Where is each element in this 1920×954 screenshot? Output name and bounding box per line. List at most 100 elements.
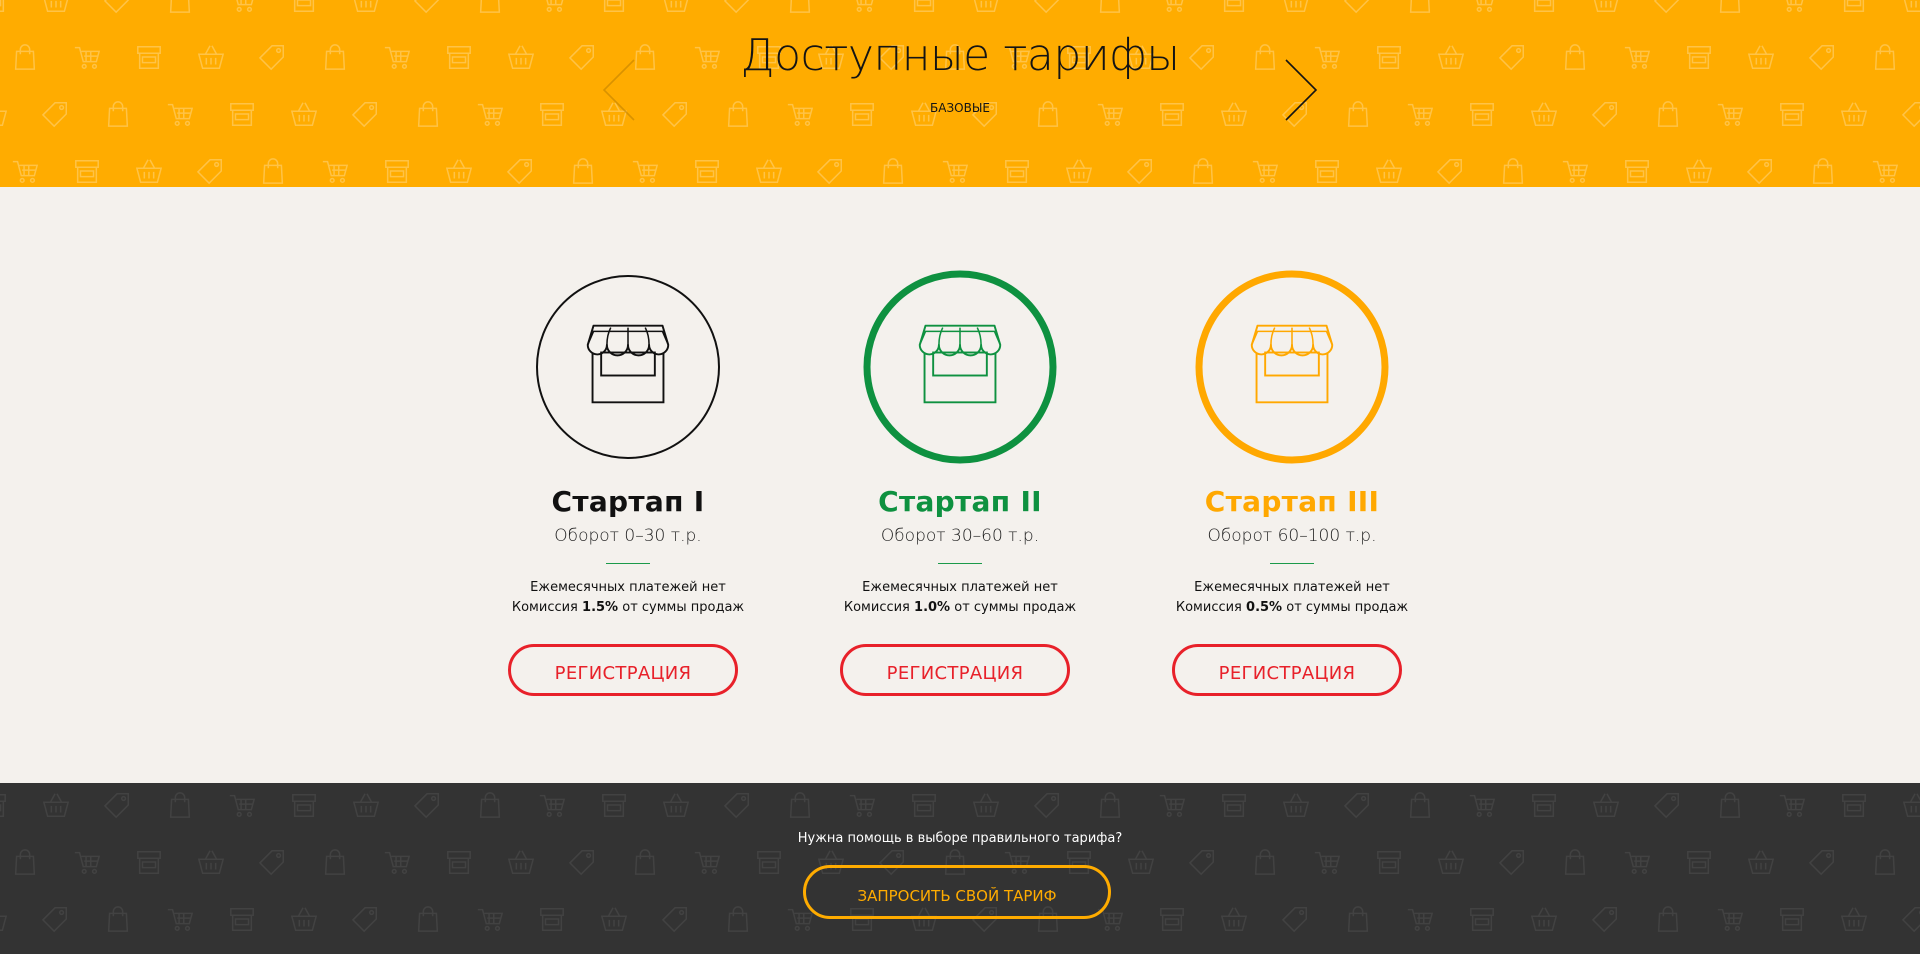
tag-icon [104,0,130,13]
plan-divider [606,563,650,564]
basket-icon [43,793,69,817]
tag-icon [1499,850,1525,875]
help-text: Нужна помощь в выборе правильного тарифа… [797,831,1123,846]
store-icon [292,0,316,12]
shopping-pattern-background [0,0,1920,184]
cart-icon [1779,0,1805,12]
tag-icon [662,907,688,932]
plan-turnover: Оборот 0–30 т.р. [554,526,702,546]
cart-icon [322,160,348,183]
basket-icon [136,159,162,183]
plan-monthly-fee: Ежемесячных платежей нет [862,580,1058,595]
store-icon [757,850,781,874]
bag-icon [1502,158,1524,184]
basket-icon [663,793,689,817]
cart-icon [694,851,720,874]
tag-icon [1344,793,1370,818]
bag-icon [417,906,439,932]
tag-icon [414,793,440,818]
tag-icon [1809,850,1835,875]
cart-icon [1717,908,1743,931]
store-icon [1625,159,1649,183]
basket-icon [756,159,782,183]
bag-icon [479,792,501,818]
plans-section: Стартап I Оборот 0–30 т.р. Ежемесячных п… [0,187,1920,783]
bag-icon [1657,906,1679,932]
bag-icon [1564,849,1586,875]
cart-icon [167,908,193,931]
request-tariff-button[interactable]: ЗАПРОСИТЬ СВОЙ ТАРИФ [803,865,1111,919]
plan-name: Стартап II [878,485,1042,518]
basket-icon [973,0,999,12]
cart-icon [229,0,255,12]
plan-commission: Комиссия 0.5% от суммы продаж [1142,600,1442,615]
tariff-category-label: БАЗОВЫЕ [930,101,990,115]
bag-icon [1812,158,1834,184]
plan-badge [863,270,1057,464]
basket-icon [1531,907,1557,931]
bag-icon [169,792,191,818]
bag-icon [324,849,346,875]
commission-value: 1.5% [582,600,619,615]
cart-icon [632,160,658,183]
register-button[interactable]: РЕГИСТРАЦИЯ [1172,644,1402,696]
basket-icon [43,0,69,12]
basket-icon [973,793,999,817]
tag-icon [42,907,68,932]
plan-name: Стартап III [1204,485,1380,518]
store-icon [1687,850,1711,874]
store-icon [0,0,6,12]
basket-icon [1066,159,1092,183]
basket-icon [1903,0,1920,12]
basket-icon [1748,850,1774,874]
basket-icon [1841,907,1867,931]
register-button[interactable]: РЕГИСТРАЦИЯ [840,644,1070,696]
store-icon [1532,793,1556,817]
bag-icon [1409,0,1431,13]
cart-icon [384,851,410,874]
store-icon [1315,159,1339,183]
bag-icon [1347,906,1369,932]
store-icon [1532,0,1556,12]
tag-icon [1654,0,1680,13]
basket-icon [1903,793,1920,817]
plan-turnover: Оборот 30–60 т.р. [880,526,1040,546]
plan-divider [1270,563,1314,564]
store-icon [137,850,161,874]
store-icon [695,159,719,183]
cart-icon [1314,851,1340,874]
tag-icon [569,850,595,875]
basket-icon [1376,159,1402,183]
register-button[interactable]: РЕГИСТРАЦИЯ [508,644,738,696]
cart-icon [229,794,255,817]
basket-icon [1593,793,1619,817]
bag-icon [572,158,594,184]
cart-icon [1562,160,1588,183]
bag-icon [789,792,811,818]
store-icon [447,850,471,874]
store-icon [1377,850,1401,874]
basket-icon [198,850,224,874]
next-slide-button[interactable] [1280,56,1320,124]
basket-icon [291,907,317,931]
basket-icon [1283,0,1309,12]
tag-icon [1747,159,1773,184]
basket-icon [0,907,7,931]
help-section: Нужна помощь в выборе правильного тарифа… [0,783,1920,954]
bag-icon [789,0,811,13]
plan-monthly-fee: Ежемесячных платежей нет [1194,580,1390,595]
store-icon [602,0,626,12]
basket-icon [663,0,689,12]
bag-icon [727,906,749,932]
cart-icon [1159,794,1185,817]
tag-icon [1189,850,1215,875]
commission-value: 0.5% [1246,600,1283,615]
tariffs-header: Доступные тарифы БАЗОВЫЕ [0,0,1920,187]
prev-slide-button[interactable] [600,56,640,124]
basket-icon [1686,159,1712,183]
store-icon [1842,0,1866,12]
cart-icon [849,0,875,12]
tag-icon [1282,907,1308,932]
tag-icon [1034,793,1060,818]
bag-icon [634,849,656,875]
